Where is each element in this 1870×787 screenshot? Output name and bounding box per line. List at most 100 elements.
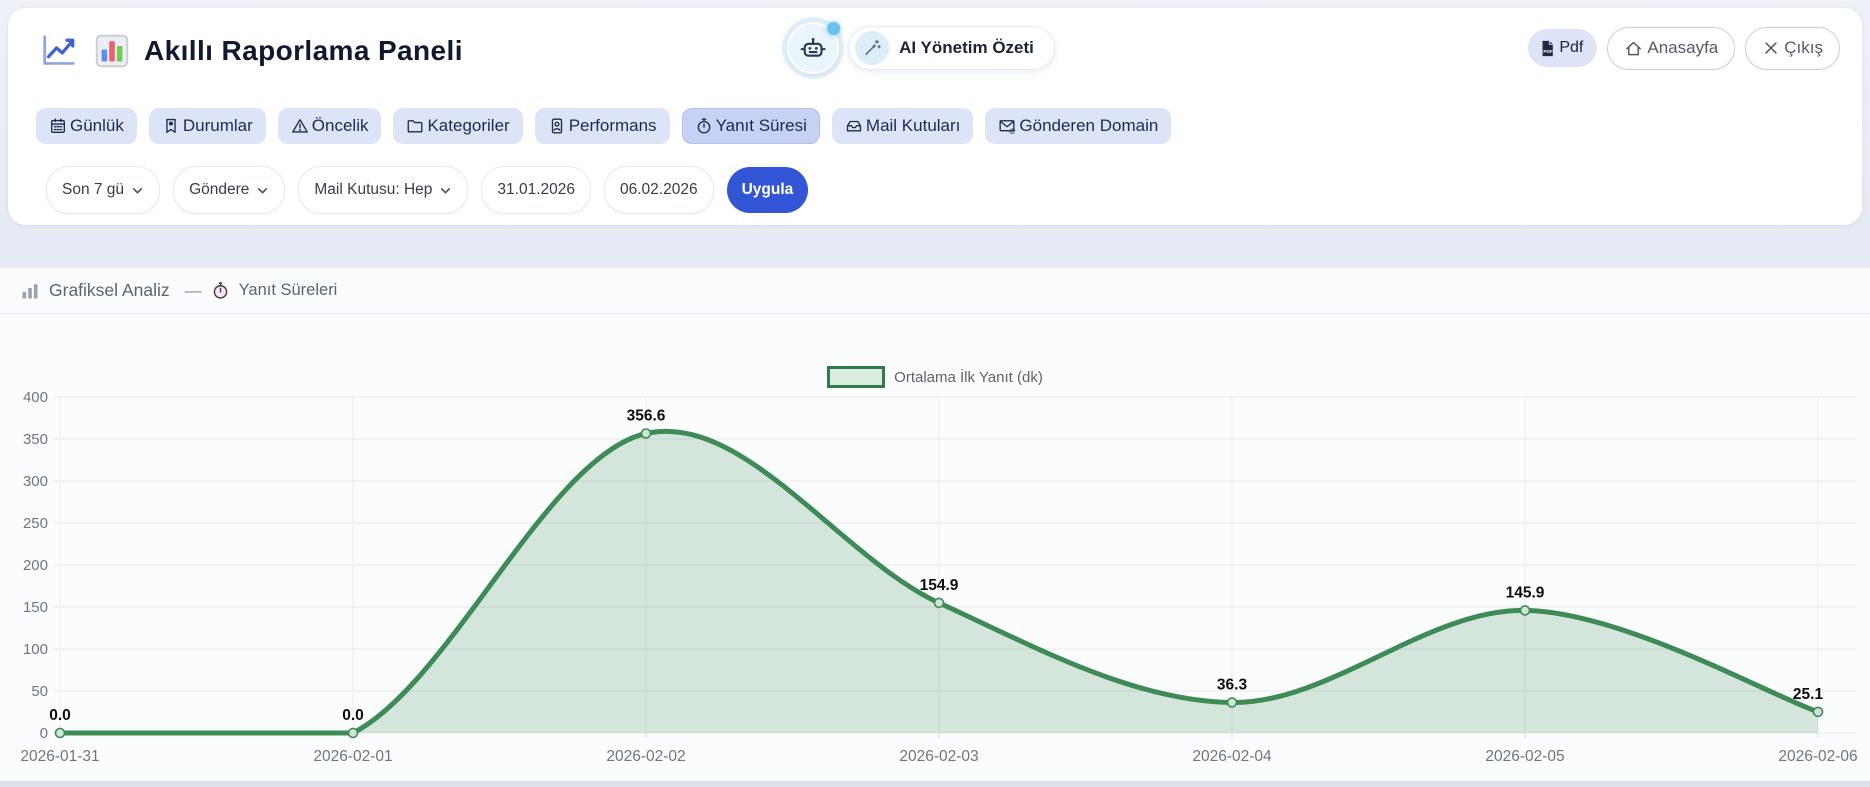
start-date-value: 31.01.2026 <box>497 181 575 199</box>
chart-legend[interactable]: Ortalama İlk Yanıt (dk) <box>0 366 1870 388</box>
x-tick-label: 2026-02-03 <box>899 748 978 765</box>
apply-button[interactable]: Uygula <box>727 167 809 213</box>
pdf-label: Pdf <box>1559 39 1583 57</box>
response-time-chart: 0501001502002503003504002026-01-312026-0… <box>0 388 1870 787</box>
person-badge-icon <box>548 117 566 135</box>
data-point[interactable] <box>642 429 651 438</box>
robot-icon <box>799 34 827 62</box>
tab-label: Günlük <box>70 116 124 136</box>
header-card: Akıllı Raporlama Paneli <box>8 8 1862 225</box>
tab-label: Mail Kutuları <box>866 116 960 136</box>
y-tick-label: 350 <box>23 431 48 448</box>
tab-gunluk[interactable]: Günlük <box>36 108 137 144</box>
tab-kategoriler[interactable]: Kategoriler <box>393 108 522 144</box>
mailbox-value: Mail Kutusu: Hep <box>314 181 432 199</box>
stopwatch-emoji-icon <box>211 281 230 300</box>
y-tick-label: 200 <box>23 557 48 574</box>
data-point[interactable] <box>935 598 944 607</box>
bar-chart-icon <box>20 281 40 301</box>
y-tick-label: 100 <box>23 641 48 658</box>
section-title: Grafiksel Analiz <box>49 280 170 301</box>
data-label: 36.3 <box>1217 677 1248 694</box>
data-point[interactable] <box>349 729 358 738</box>
chevron-down-icon <box>256 184 269 197</box>
stopwatch-icon <box>695 117 713 135</box>
svg-text:PDF: PDF <box>1544 48 1554 54</box>
right-controls: PDF Pdf Anasayfa <box>1528 22 1840 74</box>
brand: Akıllı Raporlama Paneli <box>38 20 463 82</box>
data-point[interactable] <box>1228 698 1237 707</box>
tab-label: Yanıt Süresi <box>716 116 807 136</box>
tab-label: Öncelik <box>312 116 369 136</box>
legend-swatch <box>827 366 885 388</box>
chevron-down-icon <box>439 184 452 197</box>
dashboard-page: { "header": { "title": "Akıllı Raporlama… <box>0 0 1870 787</box>
date-range-value: Son 7 gü <box>62 181 124 199</box>
home-button[interactable]: Anasayfa <box>1607 27 1735 70</box>
y-tick-label: 250 <box>23 515 48 532</box>
section-separator: — <box>185 281 202 301</box>
x-tick-label: 2026-02-02 <box>606 748 685 765</box>
data-point[interactable] <box>1521 606 1530 615</box>
x-tick-label: 2026-02-01 <box>313 748 392 765</box>
calendar-icon <box>49 117 67 135</box>
data-label: 0.0 <box>49 707 71 724</box>
data-label: 154.9 <box>920 577 959 594</box>
sender-value: Göndere <box>189 181 249 199</box>
pdf-file-icon: PDF <box>1538 39 1557 58</box>
y-tick-label: 400 <box>23 389 48 406</box>
report-tabs: Günlük Durumlar Öncelik Kategoriler Performa… <box>36 108 1171 144</box>
end-date-input[interactable]: 06.02.2026 <box>604 166 714 214</box>
bar-chart-emoji-icon <box>94 33 130 69</box>
data-point[interactable] <box>1814 707 1823 716</box>
home-icon <box>1624 39 1643 58</box>
mail-open-icon <box>845 117 863 135</box>
chart-section: Grafiksel Analiz — Yanıt Süreleri Ortala… <box>0 268 1870 787</box>
tab-mail-kutulari[interactable]: Mail Kutuları <box>832 108 973 144</box>
magic-wand-icon <box>855 31 889 65</box>
bookmark-star-icon <box>162 117 180 135</box>
home-label: Anasayfa <box>1647 38 1718 58</box>
logout-button[interactable]: Çıkış <box>1745 27 1840 70</box>
tab-oncelik[interactable]: Öncelik <box>278 108 382 144</box>
data-point[interactable] <box>56 729 65 738</box>
ai-summary-button[interactable]: AI Yönetim Özeti <box>848 26 1055 70</box>
center-controls: AI Yönetim Özeti <box>787 22 1055 74</box>
data-label: 25.1 <box>1793 686 1824 703</box>
tab-label: Gönderen Domain <box>1019 116 1158 136</box>
line-chart-logo-icon <box>38 31 80 71</box>
data-label: 0.0 <box>342 707 364 724</box>
tab-performans[interactable]: Performans <box>535 108 670 144</box>
chevron-down-icon <box>131 184 144 197</box>
sender-select[interactable]: Göndere <box>173 166 285 214</box>
tab-gonderen-domain[interactable]: @Gönderen Domain <box>985 108 1171 144</box>
x-tick-label: 2026-02-04 <box>1192 748 1272 765</box>
filters-row: Son 7 gü Göndere Mail Kutusu: Hep 31.01.… <box>46 166 808 214</box>
data-label: 356.6 <box>627 408 666 425</box>
section-subtitle: Yanıt Süreleri <box>239 281 338 300</box>
pdf-export-button[interactable]: PDF Pdf <box>1528 29 1597 67</box>
horizontal-scrollbar[interactable] <box>0 781 1870 787</box>
page-title: Akıllı Raporlama Paneli <box>144 35 463 67</box>
tab-label: Performans <box>569 116 657 136</box>
legend-label: Ortalama İlk Yanıt (dk) <box>894 369 1043 386</box>
end-date-value: 06.02.2026 <box>620 181 698 199</box>
date-range-select[interactable]: Son 7 gü <box>46 166 160 214</box>
y-tick-label: 50 <box>31 683 48 700</box>
folder-icon <box>406 117 424 135</box>
logout-label: Çıkış <box>1784 38 1823 58</box>
tab-label: Kategoriler <box>427 116 509 136</box>
ai-assistant-button[interactable] <box>787 22 839 74</box>
start-date-input[interactable]: 31.01.2026 <box>481 166 591 214</box>
y-tick-label: 300 <box>23 473 48 490</box>
tab-yanit-suresi[interactable]: Yanıt Süresi <box>682 108 820 144</box>
mailbox-select[interactable]: Mail Kutusu: Hep <box>298 166 468 214</box>
close-icon <box>1762 39 1780 57</box>
ai-summary-label: AI Yönetim Özeti <box>899 38 1034 58</box>
tab-durumlar[interactable]: Durumlar <box>149 108 266 144</box>
section-header: Grafiksel Analiz — Yanıt Süreleri <box>0 268 1870 314</box>
header-row: Akıllı Raporlama Paneli <box>8 20 1862 82</box>
x-tick-label: 2026-02-05 <box>1485 748 1564 765</box>
x-tick-label: 2026-02-06 <box>1778 748 1857 765</box>
data-label: 145.9 <box>1506 584 1545 601</box>
